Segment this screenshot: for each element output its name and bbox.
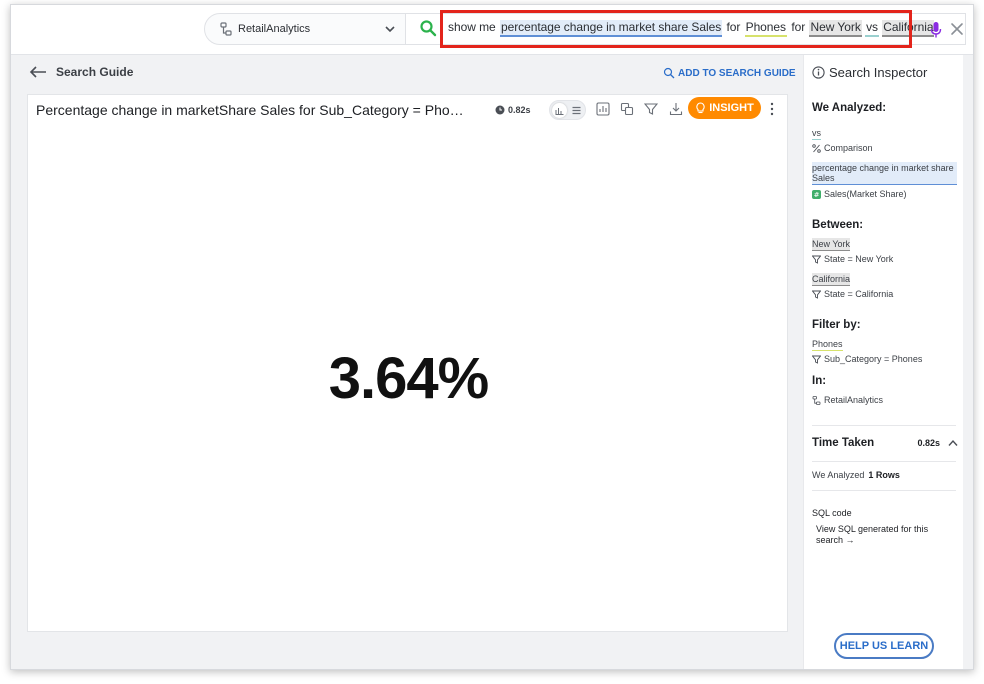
view-sql-link[interactable]: View SQL generated for this search → [812, 524, 942, 546]
in-heading: In: [812, 375, 827, 387]
insight-label: INSIGHT [709, 102, 754, 114]
comparison-icon [812, 143, 821, 153]
microphone-icon[interactable] [929, 21, 943, 39]
inspector-title-label: Search Inspector [829, 65, 928, 80]
more-options-icon[interactable] [769, 102, 775, 116]
chart-view-toggle[interactable] [552, 103, 567, 118]
rows-analyzed: We Analyzed 1 Rows [812, 470, 900, 480]
new-york-token: New York [812, 238, 851, 251]
lightbulb-icon [696, 102, 705, 114]
view-toggle[interactable] [549, 100, 586, 120]
insight-button[interactable]: INSIGHT [688, 97, 761, 119]
time-taken-value: 0.82s [917, 438, 940, 448]
measure-token: percentage change in market share Sales [812, 162, 957, 185]
divider [812, 490, 956, 491]
filter-icon [812, 290, 821, 299]
query-time-value: 0.82s [508, 105, 531, 115]
bar-chart-icon [555, 108, 564, 115]
data-source-selector[interactable]: RetailAnalytics [204, 13, 406, 45]
between-heading: Between: [812, 219, 864, 231]
phones-token: Phones [812, 339, 843, 351]
data-source-icon [812, 395, 821, 405]
rows-analyzed-value: 1 Rows [868, 470, 900, 480]
chart-config-icon[interactable] [596, 102, 610, 116]
measure-description: # Sales(Market Share) [812, 189, 907, 199]
svg-text:#: # [814, 191, 820, 199]
table-view-toggle[interactable] [569, 103, 584, 118]
divider [812, 425, 956, 426]
data-source-label: RetailAnalytics [238, 23, 311, 35]
in-description-label: RetailAnalytics [824, 395, 884, 405]
query-time-badge: 0.82s [495, 105, 531, 115]
search-guide-back-link[interactable]: Search Guide [29, 65, 133, 79]
california-description: State = California [812, 289, 893, 299]
vs-description: Comparison [812, 143, 873, 153]
filter-icon [812, 355, 821, 364]
measure-icon: # [812, 189, 821, 199]
filter-icon [812, 255, 821, 264]
data-source-icon [220, 22, 232, 36]
divider [812, 461, 956, 462]
phones-description: Sub_Category = Phones [812, 354, 922, 364]
california-token: California [812, 273, 851, 286]
arrow-right-icon: → [845, 535, 855, 545]
time-taken-heading: Time Taken [812, 437, 875, 449]
help-us-learn-button[interactable]: HELP US LEARN [834, 633, 934, 659]
sql-code-label: SQL code [812, 508, 852, 518]
filter-icon[interactable] [644, 102, 658, 116]
new-york-description-label: State = New York [824, 254, 894, 264]
search-bar: RetailAnalytics show me percentage chang… [11, 5, 973, 55]
analyzed-heading: We Analyzed: [812, 102, 887, 114]
filter-heading: Filter by: [812, 319, 861, 331]
right-edge-strip [963, 55, 973, 669]
result-card: Percentage change in marketShare Sales f… [27, 94, 788, 632]
back-link-label: Search Guide [56, 65, 134, 79]
result-title: Percentage change in marketShare Sales f… [36, 102, 466, 118]
search-inspector-panel: Search Inspector We Analyzed: vs Compari… [803, 55, 963, 669]
time-taken-section[interactable]: Time Taken 0.82s [812, 437, 958, 449]
bookmark-search-icon [663, 67, 675, 79]
new-york-description: State = New York [812, 254, 893, 264]
in-description: RetailAnalytics [812, 395, 883, 405]
inspector-title: Search Inspector [812, 65, 927, 80]
vs-token: vs [812, 128, 821, 140]
kpi-value: 3.64% [328, 346, 489, 411]
copy-icon[interactable] [620, 102, 634, 116]
chevron-down-icon[interactable] [383, 22, 397, 36]
vs-description-label: Comparison [824, 143, 873, 153]
annotation-highlight-box [440, 10, 912, 48]
download-icon[interactable] [669, 102, 683, 116]
measure-description-label: Sales(Market Share) [824, 189, 907, 199]
info-icon [812, 66, 825, 79]
search-icon[interactable] [419, 19, 437, 37]
view-sql-link-label: View SQL generated for this search [816, 524, 929, 545]
clock-icon [495, 105, 505, 115]
add-to-search-guide-button[interactable]: ADD TO SEARCH GUIDE [663, 67, 796, 79]
california-description-label: State = California [824, 289, 894, 299]
close-icon[interactable] [950, 22, 964, 36]
chevron-up-icon[interactable] [948, 439, 958, 447]
app-window: RetailAnalytics show me percentage chang… [10, 4, 974, 670]
rows-analyzed-label: We Analyzed [812, 470, 865, 480]
arrow-left-icon [29, 66, 46, 78]
phones-description-label: Sub_Category = Phones [824, 354, 923, 364]
add-guide-label: ADD TO SEARCH GUIDE [678, 67, 796, 79]
table-icon [572, 106, 581, 115]
